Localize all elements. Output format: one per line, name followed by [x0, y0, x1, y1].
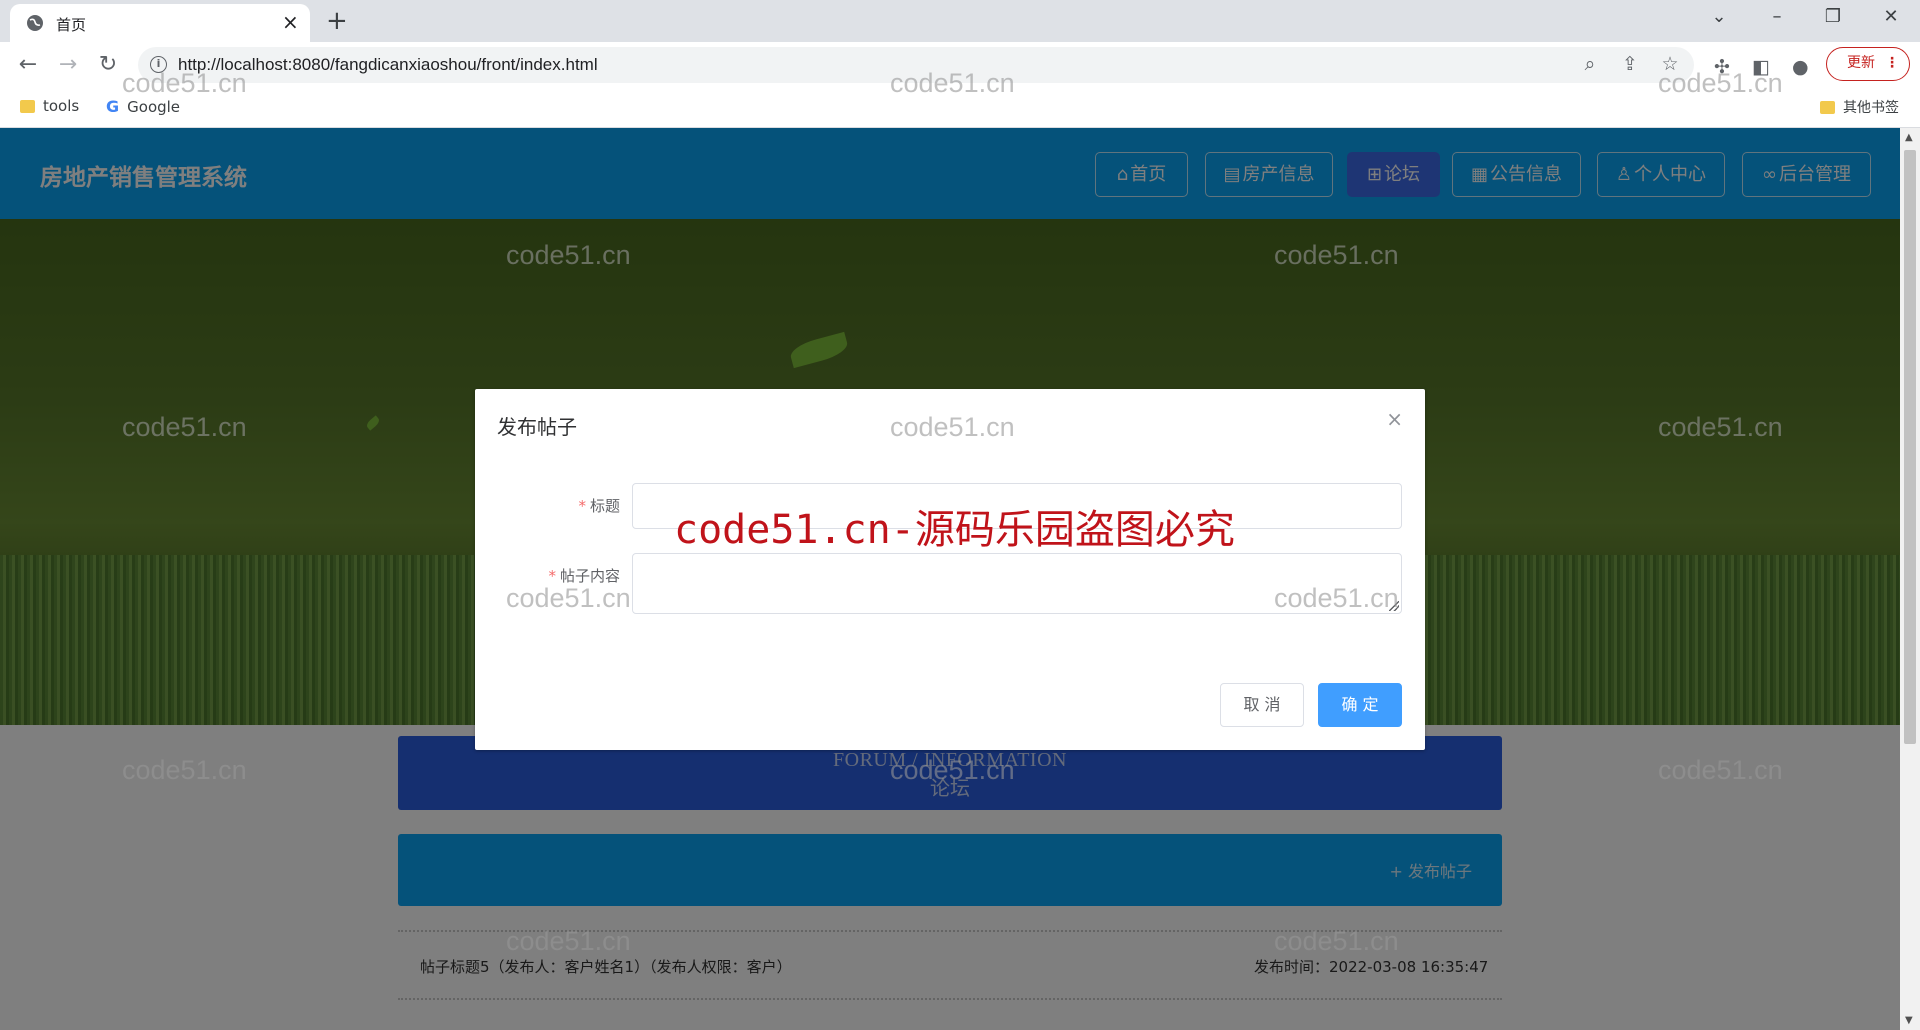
cancel-button[interactable]: 取 消 [1220, 683, 1304, 727]
browser-tabstrip: 首页 × + ⌄ – ❐ ✕ [0, 0, 1920, 42]
update-label: 更新 [1847, 55, 1875, 71]
watermark: code51.cn [890, 68, 1015, 98]
scroll-down-icon[interactable]: ▼ [1905, 1015, 1913, 1026]
dialog-close-icon[interactable]: × [1386, 407, 1403, 431]
watermark: code51.cn [506, 583, 631, 613]
watermark: code51.cn [1274, 926, 1399, 956]
reload-icon[interactable]: ↻ [94, 52, 122, 77]
profile-icon[interactable]: ● [1792, 56, 1809, 78]
scroll-up-icon[interactable]: ▲ [1905, 132, 1913, 143]
window-close-icon[interactable]: ✕ [1876, 6, 1906, 27]
minimize-icon[interactable]: – [1762, 6, 1792, 27]
back-icon[interactable]: ← [14, 52, 42, 77]
publish-post-dialog: 发布帖子 × * 标题 * 帖子内容 取 消 确 定 [475, 389, 1425, 750]
share-icon[interactable]: ⇪ [1618, 53, 1642, 75]
other-bookmarks[interactable]: 其他书签 [1820, 97, 1899, 117]
watermark: code51.cn [890, 412, 1015, 442]
folder-icon [1820, 100, 1835, 114]
folder-icon [20, 99, 35, 113]
title-field-label: * 标题 [500, 495, 620, 516]
update-button[interactable]: 更新 ⋮ [1826, 47, 1910, 81]
watermark: code51.cn [1274, 240, 1399, 270]
bookmark-label: tools [43, 97, 80, 115]
watermark: code51.cn [1658, 412, 1783, 442]
watermark: code51.cn [1658, 68, 1783, 98]
copyright-overlay-text: code51.cn-源码乐园盗图必究 [674, 507, 1235, 553]
tab-close-icon[interactable]: × [282, 10, 299, 34]
dialog-title: 发布帖子 [497, 415, 577, 439]
tab-search-icon[interactable]: ⌄ [1704, 6, 1734, 27]
forward-icon[interactable]: → [54, 52, 82, 77]
watermark: code51.cn [122, 412, 247, 442]
globe-icon [27, 15, 43, 31]
new-tab-icon[interactable]: + [326, 6, 348, 36]
page-scrollbar[interactable]: ▲ ▼ [1900, 128, 1920, 1030]
bookmark-label: Google [127, 97, 181, 116]
watermark: code51.cn [506, 240, 631, 270]
label-text: 标题 [589, 497, 620, 515]
browser-tab[interactable]: 首页 × [10, 4, 310, 42]
watermark: code51.cn [122, 68, 247, 98]
watermark: code51.cn [1658, 755, 1783, 785]
watermark: code51.cn [890, 755, 1015, 785]
watermark: code51.cn [1274, 583, 1399, 613]
confirm-button[interactable]: 确 定 [1318, 683, 1402, 727]
tab-title: 首页 [56, 16, 87, 34]
menu-dots-icon: ⋮ [1885, 55, 1899, 71]
restore-icon[interactable]: ❐ [1818, 6, 1848, 27]
google-icon: G [106, 97, 120, 116]
bookmark-google[interactable]: G Google [106, 97, 180, 116]
watermark: code51.cn [122, 755, 247, 785]
bookmark-tools[interactable]: tools [20, 97, 79, 115]
watermark: code51.cn [506, 926, 631, 956]
zoom-icon[interactable]: ⌕ [1578, 53, 1602, 75]
scroll-thumb[interactable] [1904, 150, 1916, 744]
required-mark: * [578, 497, 586, 515]
other-bookmarks-label: 其他书签 [1843, 100, 1899, 116]
